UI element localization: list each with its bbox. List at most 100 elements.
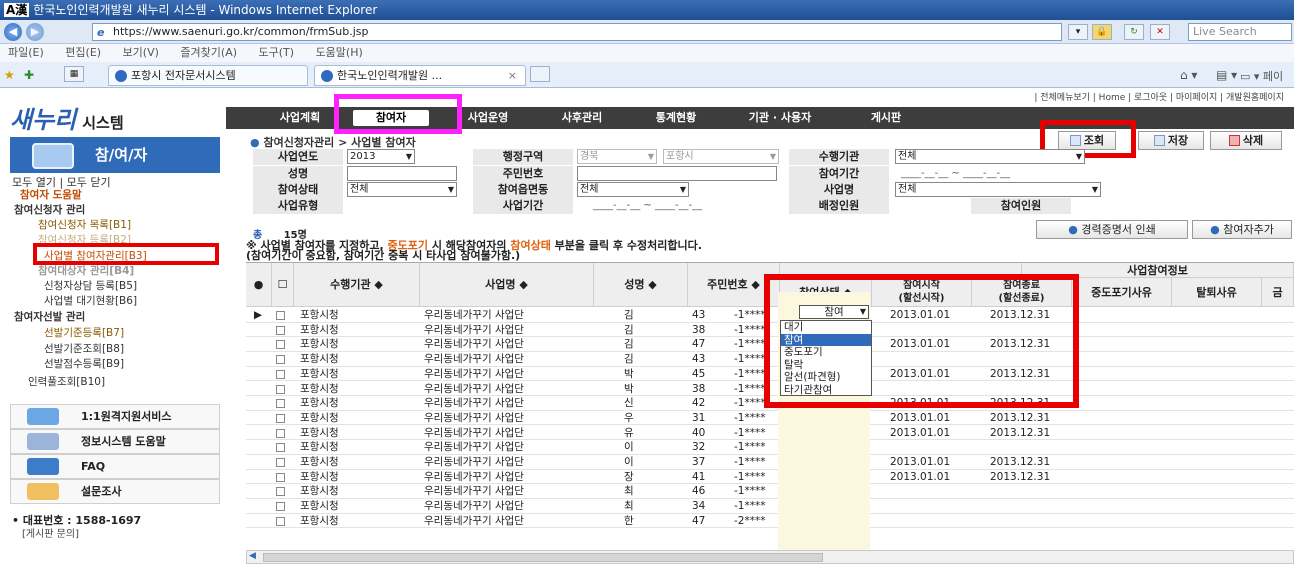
service-faq[interactable]: FAQ <box>10 454 220 479</box>
tab-portal[interactable]: 포항시 전자문서시스템 <box>108 65 308 86</box>
sidebar-group-selection[interactable]: 참여자선발 관리 <box>14 309 85 324</box>
new-tab-icon[interactable] <box>530 66 550 82</box>
sidebar-item-help[interactable]: 참여자 도움말 <box>20 187 82 202</box>
row-checkbox[interactable] <box>276 516 285 526</box>
nav-board[interactable]: 게시판 <box>846 107 926 129</box>
sidebar-item-b8[interactable]: 선발기준조회[B8] <box>44 341 124 356</box>
sidebar-item-b1[interactable]: 참여신청자 목록[B1] <box>38 217 131 232</box>
cell-end[interactable]: 2013.12.31 <box>990 411 1070 425</box>
feed-icon[interactable]: ▤ ▾ <box>1216 68 1237 82</box>
row-checkbox[interactable] <box>276 472 285 482</box>
sidebar-item-b5[interactable]: 신청자상담 등록[B5] <box>44 278 137 293</box>
lock-icon[interactable]: 🔒 <box>1092 24 1112 40</box>
row-checkbox[interactable] <box>276 325 285 335</box>
col-name[interactable]: 성명 ◆ <box>594 263 688 307</box>
table-row[interactable]: 포항시청우리동네가꾸기 사업단최34-1****대기 <box>246 499 1294 514</box>
row-checkbox[interactable] <box>276 384 285 394</box>
delete-button[interactable]: 삭제 <box>1210 131 1282 150</box>
horizontal-scrollbar[interactable]: ◀ <box>246 550 1294 564</box>
cell-end[interactable]: 2013.12.31 <box>990 470 1070 484</box>
nav-plan[interactable]: 사업계획 <box>260 107 340 129</box>
sidebar-item-b9[interactable]: 선발점수등록[B9] <box>44 356 124 371</box>
forward-icon[interactable]: ▶ <box>26 23 44 41</box>
page-menu[interactable]: 페이 <box>1263 70 1283 83</box>
table-row[interactable]: 포항시청우리동네가꾸기 사업단이37-1****참여2013.01.012013… <box>246 455 1294 470</box>
region-province-select[interactable]: 경북 <box>577 149 657 164</box>
table-row[interactable]: 포항시청우리동네가꾸기 사업단최46-1****대기 <box>246 484 1294 499</box>
sidebar-item-b10[interactable]: 인력풀조회[B10] <box>28 374 105 389</box>
nav-statistics[interactable]: 통계현황 <box>636 107 716 129</box>
tab-saenuri[interactable]: 한국노인인력개발원 ... × <box>314 65 526 86</box>
url-field[interactable]: https://www.saenuri.go.kr/common/frmSub.… <box>92 23 1062 41</box>
cell-end[interactable]: 2013.12.31 <box>990 455 1070 469</box>
cell-start[interactable] <box>890 440 970 454</box>
cell-start[interactable] <box>890 484 970 498</box>
row-checkbox[interactable] <box>276 458 285 467</box>
dong-select[interactable]: 전체 <box>577 182 689 197</box>
menu-edit[interactable]: 편집(E) <box>65 46 101 59</box>
cell-start[interactable] <box>890 514 970 528</box>
row-checkbox[interactable] <box>276 502 285 512</box>
row-checkbox[interactable] <box>276 369 285 379</box>
nav-agency-user[interactable]: 기관 · 사용자 <box>730 107 830 129</box>
biz-select[interactable]: 전체 <box>895 182 1101 197</box>
rrn-input[interactable] <box>577 166 777 181</box>
row-checkbox[interactable] <box>276 399 285 409</box>
table-row[interactable]: 포항시청우리동네가꾸기 사업단이32-1****대기 <box>246 440 1294 455</box>
print-icon[interactable]: ▭ ▾ 페이 <box>1240 68 1283 84</box>
region-city-select[interactable]: 포항시 <box>663 149 779 164</box>
favorites-star-icon[interactable]: ★ <box>4 68 15 82</box>
service-help[interactable]: 정보시스템 도움말 <box>10 429 220 454</box>
back-icon[interactable]: ◀ <box>4 23 22 41</box>
col-biz[interactable]: 사업명 ◆ <box>420 263 594 307</box>
col-agency[interactable]: 수행기관 ◆ <box>294 263 420 307</box>
sidebar-item-b7[interactable]: 선발기준등록[B7] <box>44 325 124 340</box>
cell-start[interactable]: 2013.01.01 <box>890 411 970 425</box>
agency-select[interactable]: 전체 <box>895 149 1085 164</box>
row-checkbox[interactable] <box>276 413 285 423</box>
add-favorites-icon[interactable]: ✚ <box>24 68 34 82</box>
refresh-icon[interactable]: ↻ <box>1124 24 1144 40</box>
save-button[interactable]: 저장 <box>1138 131 1204 150</box>
table-row[interactable]: 포항시청우리동네가꾸기 사업단우31-1****참여2013.01.012013… <box>246 411 1294 426</box>
menu-file[interactable]: 파일(E) <box>8 46 44 59</box>
home-icon[interactable]: ⌂ ▾ <box>1180 68 1197 82</box>
site-logo[interactable]: 새누리 시스템 <box>10 100 230 134</box>
cell-start[interactable]: 2013.01.01 <box>890 426 970 440</box>
search-input[interactable]: Live Search <box>1188 23 1292 41</box>
cell-end[interactable]: 2013.12.31 <box>990 426 1070 440</box>
cell-end[interactable] <box>990 499 1070 513</box>
table-row[interactable]: 포항시청우리동네가꾸기 사업단한47-2****대기 <box>246 514 1294 529</box>
sidebar-group-applicant[interactable]: 참여신청자 관리 <box>14 202 85 217</box>
cell-start[interactable] <box>890 499 970 513</box>
service-remote-support[interactable]: 1:1원격지원서비스 <box>10 404 220 429</box>
nav-aftercare[interactable]: 사후관리 <box>542 107 622 129</box>
row-checkbox[interactable] <box>276 428 285 438</box>
close-icon[interactable]: × <box>508 66 517 85</box>
period-range[interactable]: ____-__-__ ~ ____-__-__ <box>901 166 1010 182</box>
status-select[interactable]: 전체 <box>347 182 457 197</box>
sidebar-item-b4[interactable]: 참여대상자 관리[B4] <box>38 263 134 278</box>
row-checkbox[interactable] <box>276 443 285 453</box>
col-dropout-reason[interactable]: 중도포기사유 <box>1072 278 1172 307</box>
utility-links[interactable]: | 전체메뉴보기 | Home | 로그아웃 | 마이페이지 | 개발원홈페이지 <box>620 90 1294 104</box>
quick-tabs-icon[interactable]: ▦ <box>64 66 84 82</box>
menu-tools[interactable]: 도구(T) <box>259 46 295 59</box>
select-all-checkbox[interactable]: ☐ <box>272 263 294 307</box>
menu-favorites[interactable]: 즐겨찾기(A) <box>180 46 237 59</box>
col-withdraw-reason[interactable]: 탈퇴사유 <box>1172 278 1262 307</box>
row-checkbox[interactable] <box>276 311 285 320</box>
service-survey[interactable]: 설문조사 <box>10 479 220 504</box>
scrollbar-thumb[interactable] <box>263 553 823 562</box>
menu-view[interactable]: 보기(V) <box>123 46 159 59</box>
cell-start[interactable]: 2013.01.01 <box>890 455 970 469</box>
stop-icon[interactable]: ✕ <box>1150 24 1170 40</box>
cell-end[interactable] <box>990 514 1070 528</box>
row-checkbox[interactable] <box>276 487 285 497</box>
sidebar-item-b6[interactable]: 사업별 대기현황[B6] <box>44 293 137 308</box>
dropdown-icon[interactable]: ▾ <box>1068 24 1088 40</box>
cert-print-button[interactable]: ● 경력증명서 인쇄 <box>1036 220 1188 239</box>
year-select[interactable]: 2013 <box>347 149 415 164</box>
cell-end[interactable] <box>990 440 1070 454</box>
scroll-left-icon[interactable]: ◀ <box>249 551 256 561</box>
